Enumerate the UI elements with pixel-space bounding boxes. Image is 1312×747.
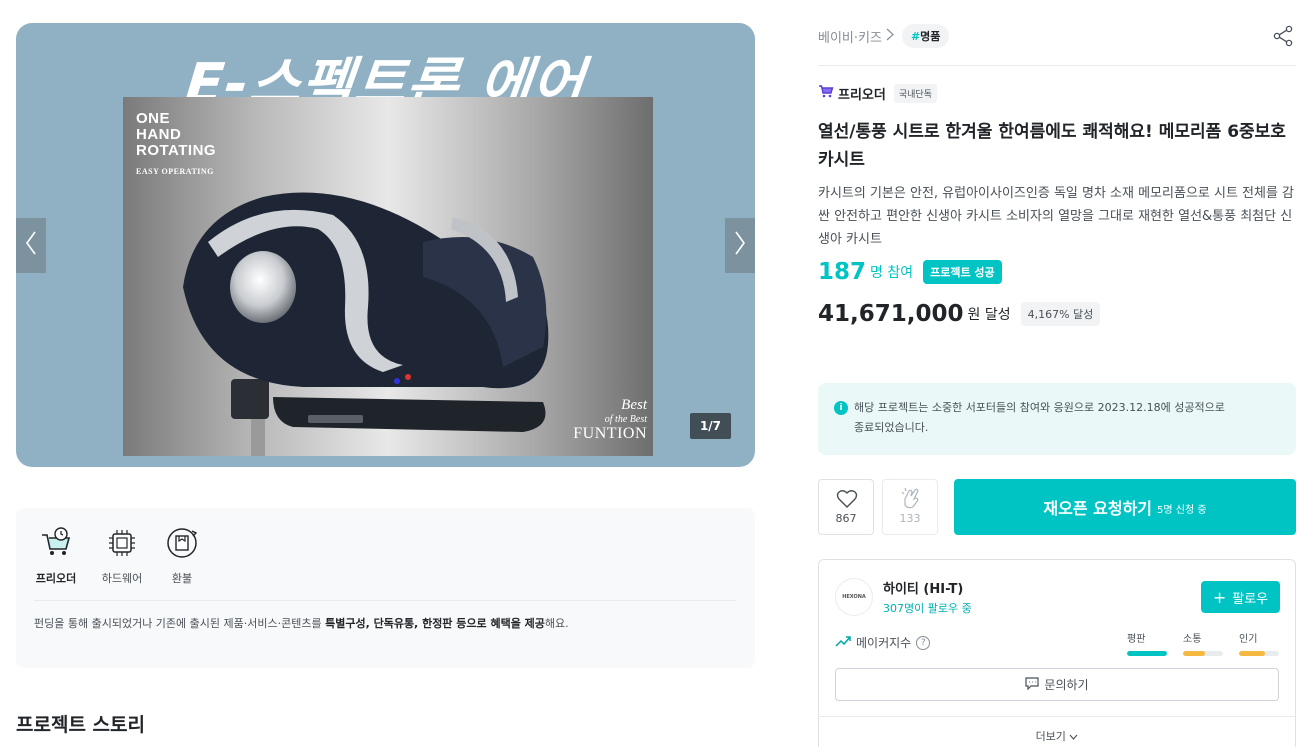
metric-label: 소통 xyxy=(1183,634,1202,645)
maker-index-label: 메이커지수 xyxy=(856,636,912,650)
metric-bar xyxy=(1183,651,1223,656)
project-title: 열선/통풍 시트로 한겨울 한여름에도 쾌적해요! 메모리폼 6중보호 카시트 xyxy=(818,122,1286,170)
cart-clock-icon xyxy=(39,526,73,560)
reopen-request-button[interactable]: 재오픈 요청하기 5명 신청 중 xyxy=(954,479,1296,535)
breadcrumb-category[interactable]: 베이비·키즈 xyxy=(818,27,882,46)
benefit-label: 프리오더 xyxy=(35,572,77,585)
metric-fill xyxy=(1239,651,1265,656)
exclusive-badge: 국내단독 xyxy=(893,83,937,103)
tag-label: 명품 xyxy=(920,30,941,43)
desc-highlight: 특별구성, 단독유통, 한정판 등으로 혜택을 제공 xyxy=(325,617,545,630)
like-button[interactable]: 867 xyxy=(818,479,874,535)
completion-notice: i 해당 프로젝트는 소중한 서포터들의 참여와 응원으로 2023.12.18… xyxy=(818,383,1296,455)
chevron-left-icon xyxy=(24,230,38,262)
amount-stat: 41,671,000 원 달성 4,167% 달성 xyxy=(818,301,1101,327)
like-count: 867 xyxy=(835,512,857,525)
reopen-label: 재오픈 요청하기 xyxy=(1043,499,1153,518)
best-line-2: of the Best xyxy=(604,414,647,425)
status-badge: 프로젝트 성공 xyxy=(923,260,1002,284)
inquiry-button[interactable]: 문의하기 xyxy=(835,668,1279,701)
refund-box-icon xyxy=(165,526,199,560)
photo-subline: EASY OPERATING xyxy=(136,167,214,176)
help-icon[interactable]: ? xyxy=(916,635,931,650)
plus-icon: + xyxy=(1212,587,1227,607)
more-button[interactable]: 더보기 xyxy=(819,728,1295,744)
chat-icon xyxy=(1025,676,1040,693)
preorder-cart-icon xyxy=(818,83,834,103)
maker-card: HEXONA 하이티 (HI-T) 307명이 팔로우 중 + 팔로우 메이커지… xyxy=(818,559,1296,747)
participants-unit: 명 참여 xyxy=(870,265,914,281)
info-icon: i xyxy=(834,401,848,415)
reopen-count: 5명 신청 중 xyxy=(1157,505,1207,516)
best-line-1: Best xyxy=(621,397,647,413)
photo-headline: ONE HAND ROTATING xyxy=(136,110,217,159)
metric-reputation: 평판 xyxy=(1127,630,1167,656)
header-divider xyxy=(818,65,1296,66)
benefit-hardware[interactable]: 하드웨어 xyxy=(98,526,146,586)
follow-button[interactable]: + 팔로우 xyxy=(1201,581,1280,613)
desc-prefix: 펀딩을 통해 출시되었거나 기존에 출시된 제품·서비스·콘텐츠를 xyxy=(34,617,326,630)
heart-icon xyxy=(836,489,858,513)
chevron-right-icon xyxy=(733,230,747,262)
benefits-box: 프리오더 하드웨어 환불 펀딩을 통해 출시되었거나 기존에 출시된 제품·서비… xyxy=(16,508,755,668)
maker-index: 메이커지수 ? xyxy=(835,634,931,651)
product-gallery: E-스펙트론 에어 ONE HAND ROTATING EASY OPERATI… xyxy=(16,23,755,467)
maker-logo[interactable]: HEXONA xyxy=(835,578,873,616)
participants-stat: 187 명 참여 프로젝트 성공 xyxy=(818,259,1002,285)
benefits-divider xyxy=(34,600,737,601)
metric-communication: 소통 xyxy=(1183,630,1223,656)
trend-up-icon xyxy=(835,635,851,650)
best-line-3: FUNTION xyxy=(573,425,647,442)
more-divider xyxy=(819,716,1295,717)
notice-line-1: 해당 프로젝트는 소중한 서포터들의 참여와 응원으로 2023.12.18에 … xyxy=(854,401,1225,414)
metric-bar xyxy=(1239,651,1279,656)
notice-line-2: 종료되었습니다. xyxy=(854,421,929,434)
metric-fill xyxy=(1183,651,1205,656)
follow-label: 팔로우 xyxy=(1232,591,1269,607)
benefits-description: 펀딩을 통해 출시되었거나 기존에 출시된 제품·서비스·콘텐츠를 특별구성, … xyxy=(34,615,569,631)
breadcrumb: 베이비·키즈 #명품 xyxy=(818,24,950,48)
preorder-label: 프리오더 국내단독 xyxy=(818,83,937,103)
tag-hash: # xyxy=(910,30,921,43)
share-icon[interactable] xyxy=(1271,24,1295,48)
chevron-down-icon xyxy=(1069,730,1078,743)
maker-followers: 307명이 팔로우 중 xyxy=(883,602,972,615)
inquiry-label: 문의하기 xyxy=(1044,678,1089,692)
photo-best-caption: Best of the Best FUNTION xyxy=(573,397,647,443)
notice-text: 해당 프로젝트는 소중한 서포터들의 참여와 응원으로 2023.12.18에 … xyxy=(854,398,1280,438)
gallery-counter: 1/7 xyxy=(690,413,731,439)
project-subtitle: 카시트의 기본은 안전, 유럽아이사이즈인증 독일 명차 소재 메모리폼으로 시… xyxy=(818,186,1295,247)
more-label: 더보기 xyxy=(1035,730,1066,743)
chip-icon xyxy=(105,526,139,560)
preorder-name: 프리오더 xyxy=(838,87,886,103)
clap-button[interactable]: 133 xyxy=(882,479,938,535)
clap-icon xyxy=(899,487,923,513)
benefit-label: 하드웨어 xyxy=(101,572,143,585)
participants-count: 187 xyxy=(818,259,867,285)
benefit-refund[interactable]: 환불 xyxy=(158,526,206,586)
metric-popularity: 인기 xyxy=(1239,630,1279,656)
amount-unit: 원 달성 xyxy=(967,307,1011,323)
gallery-prev-button[interactable] xyxy=(16,218,46,273)
amount-value: 41,671,000 xyxy=(818,301,964,327)
metric-label: 평판 xyxy=(1127,634,1146,645)
benefit-preorder[interactable]: 프리오더 xyxy=(32,526,80,586)
chevron-right-icon xyxy=(886,28,894,45)
gallery-next-button[interactable] xyxy=(725,218,755,273)
tag-chip[interactable]: #명품 xyxy=(901,24,950,48)
metric-fill xyxy=(1127,651,1167,656)
story-section-title: 프로젝트 스토리 xyxy=(16,714,145,736)
product-photo: ONE HAND ROTATING EASY OPERATING Best of… xyxy=(123,97,653,456)
achievement-badge: 4,167% 달성 xyxy=(1020,302,1101,326)
metric-label: 인기 xyxy=(1239,634,1258,645)
desc-suffix: 해요. xyxy=(544,617,569,630)
benefit-label: 환불 xyxy=(171,572,193,585)
metric-bar xyxy=(1127,651,1167,656)
clap-count: 133 xyxy=(899,512,921,525)
maker-name[interactable]: 하이티 (HI-T) xyxy=(883,578,963,597)
